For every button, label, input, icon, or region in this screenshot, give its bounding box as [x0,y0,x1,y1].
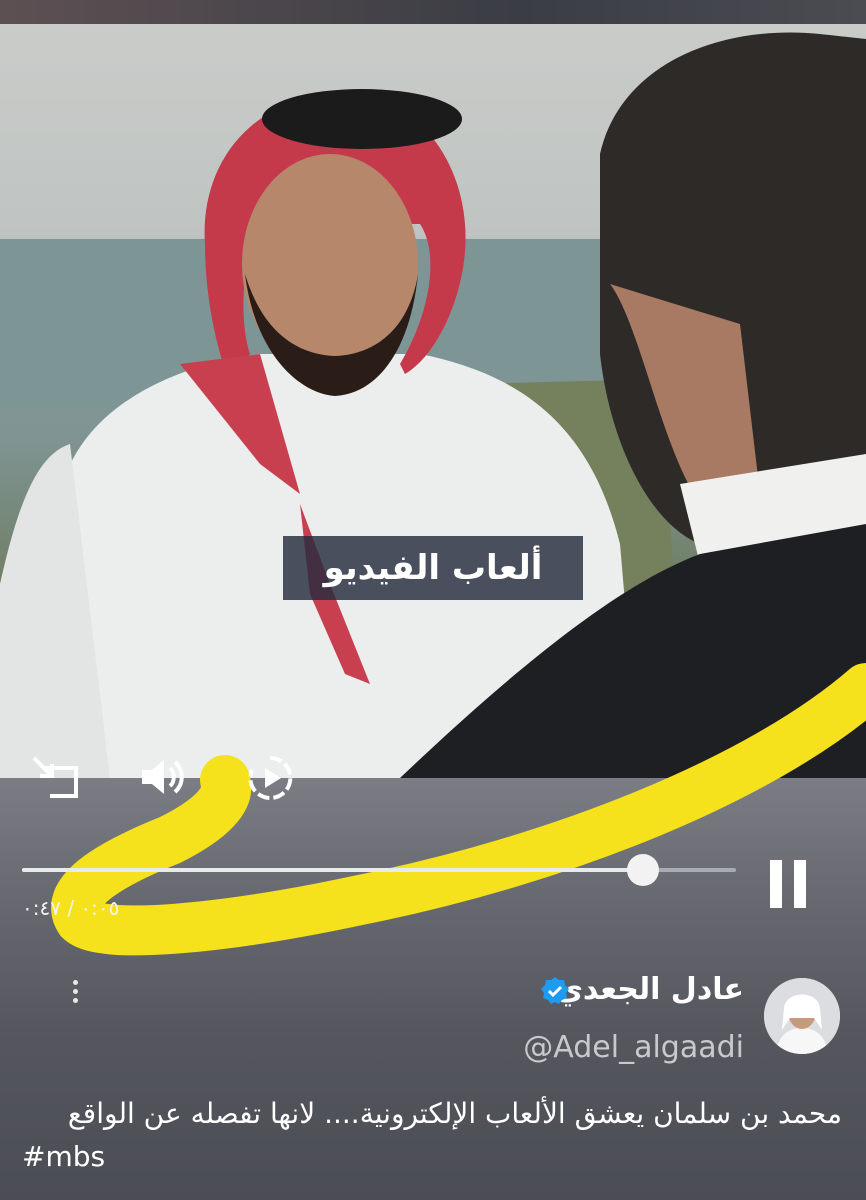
avatar[interactable] [764,978,840,1054]
progress-bar[interactable] [22,854,736,886]
exit-fullscreen-icon[interactable] [30,754,80,800]
yellow-highlight-scribble [51,663,866,956]
tweet-text: محمد بن سلمان يعشق الألعاب الإلكترونية..… [67,1097,842,1130]
author-handle[interactable]: @Adel_algaadi [523,1030,744,1065]
author-name[interactable]: عادل الجعدي [555,972,744,1007]
pause-icon[interactable] [768,860,808,908]
progress-knob[interactable] [627,854,660,886]
hashtag-link[interactable]: #mbs [22,1140,105,1173]
replay-icon[interactable] [246,754,296,802]
progress-fill [22,868,644,872]
timecode: ٠:٠٥ / ٠:٤٧ [22,896,120,920]
verified-badge-icon [540,976,570,1006]
volume-icon[interactable] [140,756,186,798]
more-vertical-icon[interactable] [68,980,82,1008]
